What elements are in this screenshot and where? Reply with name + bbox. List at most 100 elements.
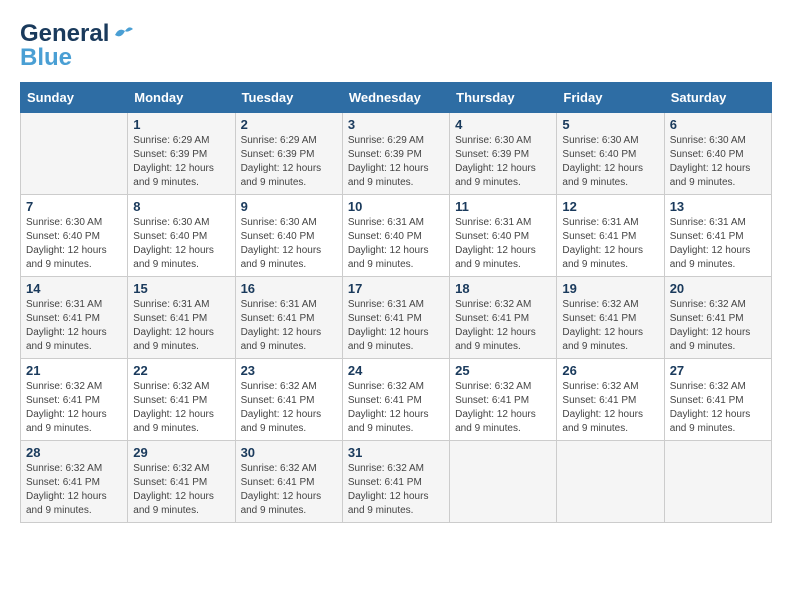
cell-info: Sunrise: 6:30 AM Sunset: 6:40 PM Dayligh… — [241, 216, 337, 272]
day-number: 9 — [241, 199, 337, 214]
cell-info: Sunrise: 6:32 AM Sunset: 6:41 PM Dayligh… — [455, 380, 551, 436]
cell-info: Sunrise: 6:30 AM Sunset: 6:40 PM Dayligh… — [562, 134, 658, 190]
cell-info: Sunrise: 6:30 AM Sunset: 6:40 PM Dayligh… — [670, 134, 766, 190]
day-number: 3 — [348, 117, 444, 132]
logo: General Blue — [20, 20, 133, 72]
cell-info: Sunrise: 6:31 AM Sunset: 6:41 PM Dayligh… — [562, 216, 658, 272]
col-sunday: Sunday — [21, 83, 128, 113]
calendar-cell: 28 Sunrise: 6:32 AM Sunset: 6:41 PM Dayli… — [21, 441, 128, 523]
calendar-cell: 2Sunrise: 6:29 AM Sunset: 6:39 PM Daylig… — [235, 113, 342, 195]
cell-info: Sunrise: 6:30 AM Sunset: 6:40 PM Dayligh… — [26, 216, 122, 272]
week-row-2: 7 Sunrise: 6:30 AM Sunset: 6:40 PM Daylig… — [21, 195, 772, 277]
calendar-cell: 24 Sunrise: 6:32 AM Sunset: 6:41 PM Dayli… — [342, 359, 449, 441]
cell-info: Sunrise: 6:32 AM Sunset: 6:41 PM Dayligh… — [26, 380, 122, 436]
day-number: 31 — [348, 445, 444, 460]
day-number: 1 — [133, 117, 229, 132]
day-number: 17 — [348, 281, 444, 296]
day-number: 30 — [241, 445, 337, 460]
day-number: 11 — [455, 199, 551, 214]
calendar-cell: 22 Sunrise: 6:32 AM Sunset: 6:41 PM Dayli… — [128, 359, 235, 441]
calendar-cell: 13 Sunrise: 6:31 AM Sunset: 6:41 PM Dayli… — [664, 195, 771, 277]
cell-info: Sunrise: 6:29 AM Sunset: 6:39 PM Dayligh… — [133, 134, 229, 190]
cell-info: Sunrise: 6:32 AM Sunset: 6:41 PM Dayligh… — [348, 462, 444, 518]
cell-info: Sunrise: 6:32 AM Sunset: 6:41 PM Dayligh… — [348, 380, 444, 436]
cell-info: Sunrise: 6:32 AM Sunset: 6:41 PM Dayligh… — [133, 380, 229, 436]
col-thursday: Thursday — [450, 83, 557, 113]
calendar-cell — [664, 441, 771, 523]
day-number: 10 — [348, 199, 444, 214]
day-number: 7 — [26, 199, 122, 214]
calendar-cell: 11 Sunrise: 6:31 AM Sunset: 6:40 PM Dayli… — [450, 195, 557, 277]
day-number: 12 — [562, 199, 658, 214]
calendar-cell — [21, 113, 128, 195]
col-friday: Friday — [557, 83, 664, 113]
cell-info: Sunrise: 6:32 AM Sunset: 6:41 PM Dayligh… — [670, 298, 766, 354]
calendar-cell: 16Sunrise: 6:31 AM Sunset: 6:41 PM Dayli… — [235, 277, 342, 359]
day-number: 14 — [26, 281, 122, 296]
cell-info: Sunrise: 6:30 AM Sunset: 6:39 PM Dayligh… — [455, 134, 551, 190]
calendar-cell: 29Sunrise: 6:32 AM Sunset: 6:41 PM Dayli… — [128, 441, 235, 523]
cell-info: Sunrise: 6:31 AM Sunset: 6:41 PM Dayligh… — [670, 216, 766, 272]
day-number: 24 — [348, 363, 444, 378]
calendar-cell: 14 Sunrise: 6:31 AM Sunset: 6:41 PM Dayli… — [21, 277, 128, 359]
header: General Blue — [20, 20, 772, 72]
calendar-cell: 23 Sunrise: 6:32 AM Sunset: 6:41 PM Dayli… — [235, 359, 342, 441]
week-row-1: 1 Sunrise: 6:29 AM Sunset: 6:39 PM Daylig… — [21, 113, 772, 195]
day-number: 4 — [455, 117, 551, 132]
calendar-cell: 25 Sunrise: 6:32 AM Sunset: 6:41 PM Dayli… — [450, 359, 557, 441]
calendar-cell: 9 Sunrise: 6:30 AM Sunset: 6:40 PM Daylig… — [235, 195, 342, 277]
day-number: 5 — [562, 117, 658, 132]
calendar-cell: 12 Sunrise: 6:31 AM Sunset: 6:41 PM Dayli… — [557, 195, 664, 277]
cell-info: Sunrise: 6:31 AM Sunset: 6:41 PM Dayligh… — [348, 298, 444, 354]
day-number: 19 — [562, 281, 658, 296]
cell-info: Sunrise: 6:30 AM Sunset: 6:40 PM Dayligh… — [133, 216, 229, 272]
week-row-4: 21 Sunrise: 6:32 AM Sunset: 6:41 PM Dayli… — [21, 359, 772, 441]
calendar-cell: 4 Sunrise: 6:30 AM Sunset: 6:39 PM Daylig… — [450, 113, 557, 195]
calendar-cell: 20 Sunrise: 6:32 AM Sunset: 6:41 PM Dayli… — [664, 277, 771, 359]
calendar-cell — [450, 441, 557, 523]
day-number: 13 — [670, 199, 766, 214]
day-number: 15 — [133, 281, 229, 296]
cell-info: Sunrise: 6:31 AM Sunset: 6:41 PM Dayligh… — [241, 298, 337, 354]
cell-info: Sunrise: 6:32 AM Sunset: 6:41 PM Dayligh… — [26, 462, 122, 518]
day-number: 29 — [133, 445, 229, 460]
col-tuesday: Tuesday — [235, 83, 342, 113]
header-row: Sunday Monday Tuesday Wednesday Thursday… — [21, 83, 772, 113]
calendar-cell: 21 Sunrise: 6:32 AM Sunset: 6:41 PM Dayli… — [21, 359, 128, 441]
calendar-cell: 10 Sunrise: 6:31 AM Sunset: 6:40 PM Dayli… — [342, 195, 449, 277]
calendar-cell: 30Sunrise: 6:32 AM Sunset: 6:41 PM Dayli… — [235, 441, 342, 523]
day-number: 26 — [562, 363, 658, 378]
cell-info: Sunrise: 6:31 AM Sunset: 6:41 PM Dayligh… — [26, 298, 122, 354]
logo-blue: Blue — [20, 44, 72, 72]
day-number: 20 — [670, 281, 766, 296]
calendar-cell: 19 Sunrise: 6:32 AM Sunset: 6:41 PM Dayli… — [557, 277, 664, 359]
day-number: 6 — [670, 117, 766, 132]
calendar-cell — [557, 441, 664, 523]
week-row-3: 14 Sunrise: 6:31 AM Sunset: 6:41 PM Dayli… — [21, 277, 772, 359]
calendar-cell: 3 Sunrise: 6:29 AM Sunset: 6:39 PM Daylig… — [342, 113, 449, 195]
cell-info: Sunrise: 6:32 AM Sunset: 6:41 PM Dayligh… — [241, 380, 337, 436]
calendar-cell: 17 Sunrise: 6:31 AM Sunset: 6:41 PM Dayli… — [342, 277, 449, 359]
cell-info: Sunrise: 6:31 AM Sunset: 6:40 PM Dayligh… — [348, 216, 444, 272]
logo-bird-icon — [111, 25, 133, 43]
calendar-cell: 31 Sunrise: 6:32 AM Sunset: 6:41 PM Dayli… — [342, 441, 449, 523]
calendar-cell: 8 Sunrise: 6:30 AM Sunset: 6:40 PM Daylig… — [128, 195, 235, 277]
calendar-table: Sunday Monday Tuesday Wednesday Thursday… — [20, 82, 772, 523]
calendar-cell: 6 Sunrise: 6:30 AM Sunset: 6:40 PM Daylig… — [664, 113, 771, 195]
cell-info: Sunrise: 6:31 AM Sunset: 6:41 PM Dayligh… — [133, 298, 229, 354]
day-number: 28 — [26, 445, 122, 460]
cell-info: Sunrise: 6:32 AM Sunset: 6:41 PM Dayligh… — [562, 380, 658, 436]
week-row-5: 28 Sunrise: 6:32 AM Sunset: 6:41 PM Dayli… — [21, 441, 772, 523]
day-number: 21 — [26, 363, 122, 378]
cell-info: Sunrise: 6:32 AM Sunset: 6:41 PM Dayligh… — [455, 298, 551, 354]
day-number: 23 — [241, 363, 337, 378]
calendar-cell: 7 Sunrise: 6:30 AM Sunset: 6:40 PM Daylig… — [21, 195, 128, 277]
cell-info: Sunrise: 6:32 AM Sunset: 6:41 PM Dayligh… — [562, 298, 658, 354]
calendar-cell: 15 Sunrise: 6:31 AM Sunset: 6:41 PM Dayli… — [128, 277, 235, 359]
day-number: 22 — [133, 363, 229, 378]
day-number: 25 — [455, 363, 551, 378]
day-number: 8 — [133, 199, 229, 214]
cell-info: Sunrise: 6:32 AM Sunset: 6:41 PM Dayligh… — [670, 380, 766, 436]
cell-info: Sunrise: 6:29 AM Sunset: 6:39 PM Dayligh… — [348, 134, 444, 190]
cell-info: Sunrise: 6:31 AM Sunset: 6:40 PM Dayligh… — [455, 216, 551, 272]
